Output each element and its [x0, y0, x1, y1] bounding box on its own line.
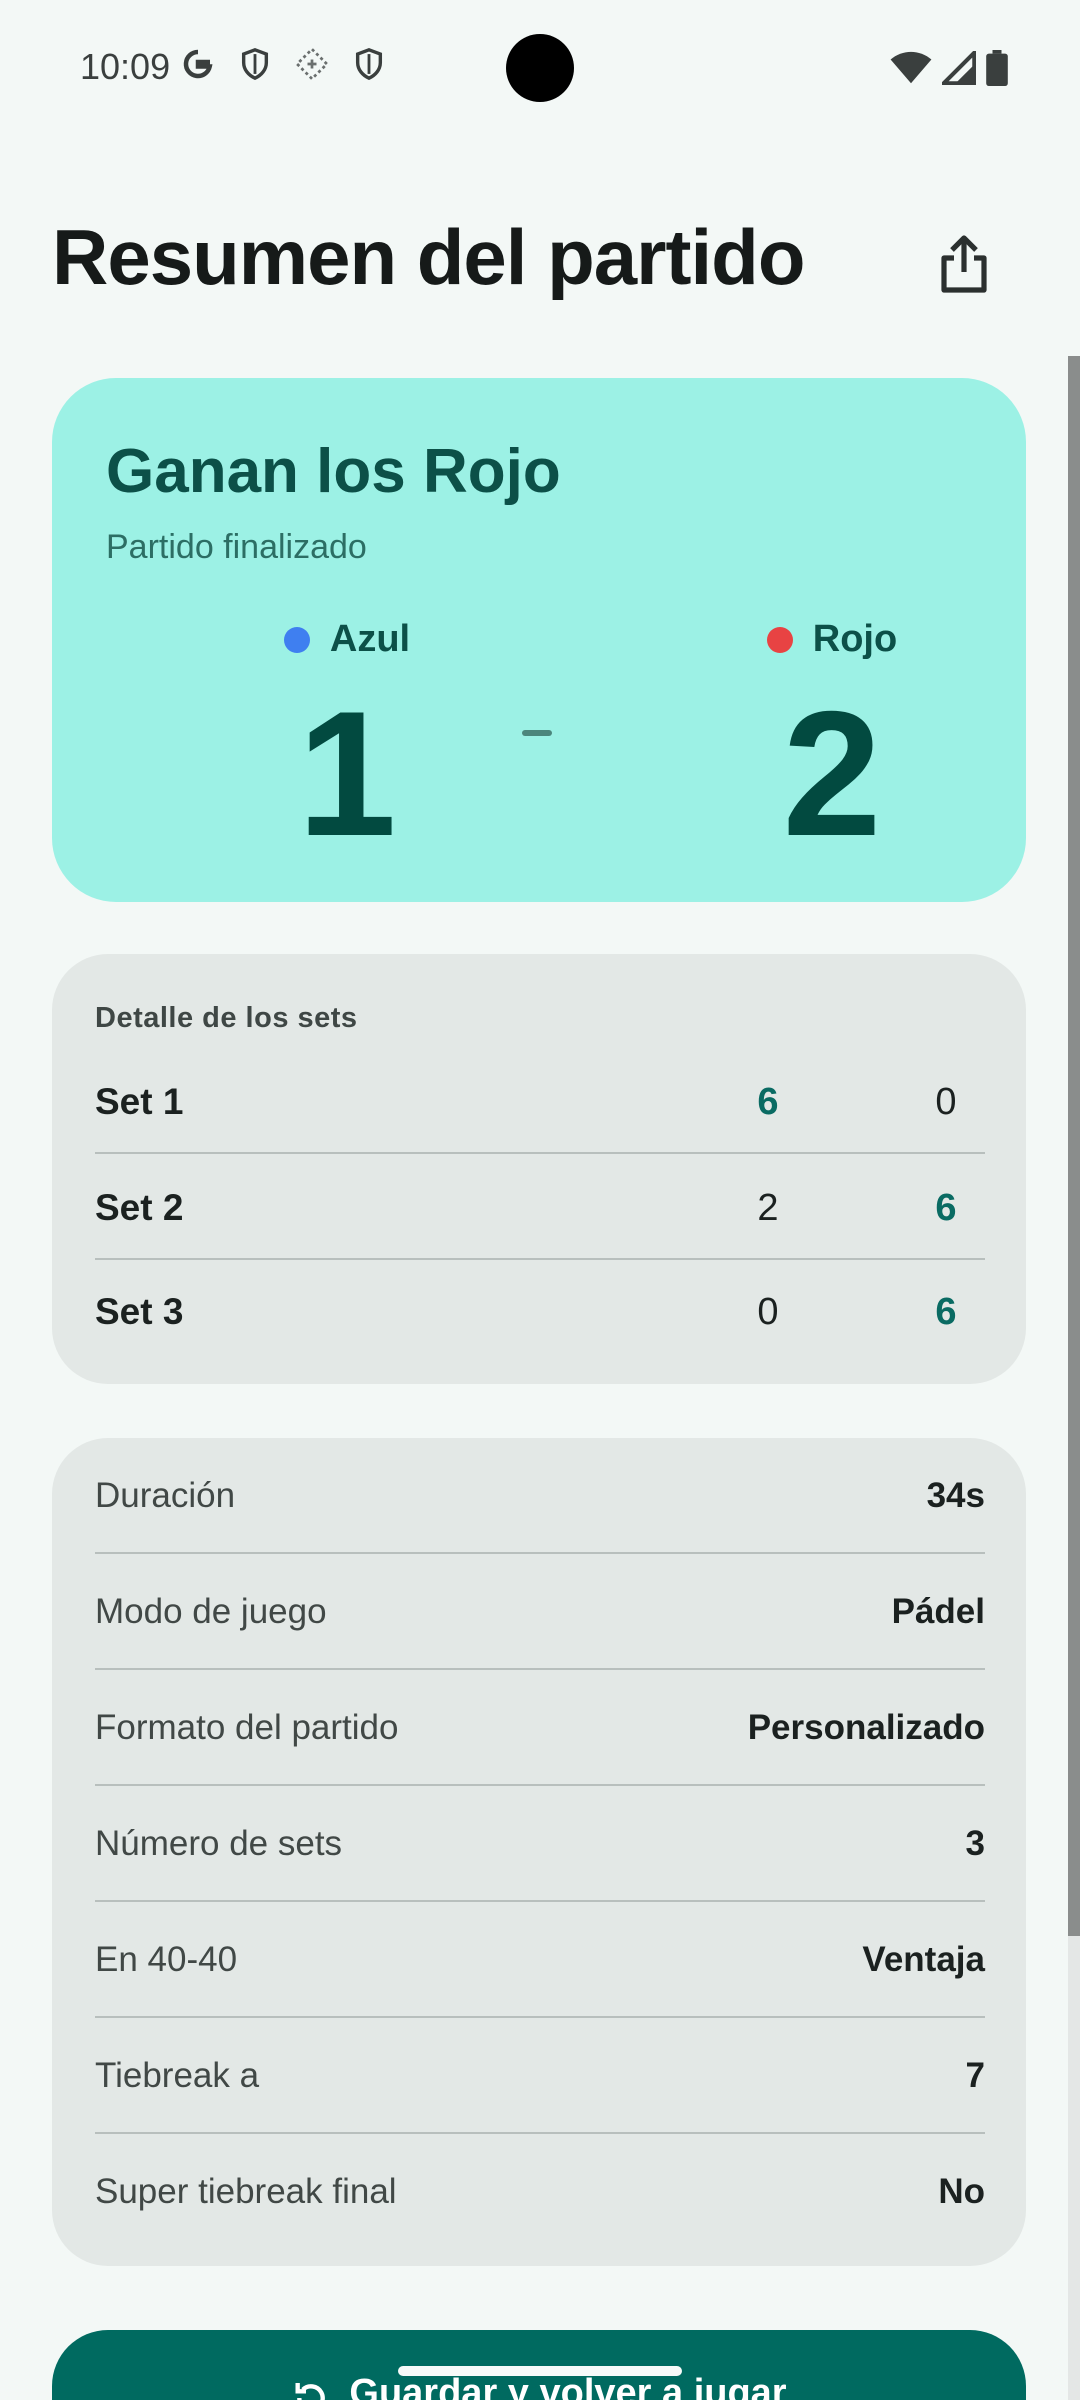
- status-bar: 10:09: [0, 0, 1080, 130]
- battery-icon: [986, 50, 1008, 86]
- info-row-game-mode: Modo de juego Pádel: [95, 1554, 985, 1670]
- status-icons-right: [890, 50, 1008, 86]
- replay-icon: [295, 2383, 326, 2400]
- info-label: Número de sets: [95, 1824, 343, 1863]
- status-icons-left: [180, 46, 386, 82]
- scrollbar-thumb[interactable]: [1068, 356, 1080, 1936]
- info-value: No: [938, 2172, 985, 2211]
- team-blue-name: Azul: [329, 618, 411, 660]
- shield-icon: [355, 48, 383, 81]
- result-card: Ganan los Rojo Partido finalizado Azul 1…: [52, 378, 1026, 902]
- info-label: Duración: [95, 1476, 236, 1515]
- info-row-super-tiebreak: Super tiebreak final No: [95, 2134, 985, 2250]
- set-blue-games: 0: [757, 1291, 779, 1333]
- winner-title: Ganan los Rojo: [106, 437, 561, 506]
- team-red-score: 2: [782, 674, 882, 873]
- share-button[interactable]: [922, 222, 1006, 306]
- sets-detail-card: Detalle de los sets Set 1 6 0 Set 2 2 6 …: [52, 954, 1026, 1384]
- match-summary-screen: 10:09 Resumen del partido Ganan los Rojo…: [0, 0, 1080, 2400]
- page-title: Resumen del partido: [52, 213, 805, 301]
- info-label: Modo de juego: [95, 1592, 327, 1631]
- info-label: Formato del partido: [95, 1708, 399, 1747]
- set-blue-games: 2: [757, 1187, 779, 1229]
- team-blue-score: 1: [297, 674, 397, 873]
- set-row: Set 2 2 6: [95, 1156, 985, 1260]
- info-row-format: Formato del partido Personalizado: [95, 1670, 985, 1786]
- team-blue-dot: [283, 626, 310, 653]
- camera-cutout: [506, 34, 574, 102]
- info-value: Personalizado: [747, 1708, 985, 1747]
- info-value: Ventaja: [862, 1940, 985, 1979]
- set-row: Set 3 0 6: [95, 1260, 985, 1364]
- shield-icon: [241, 48, 269, 81]
- team-red-dot: [766, 626, 793, 653]
- info-label: Tiebreak a: [95, 2056, 260, 2095]
- info-label: En 40-40: [95, 1940, 238, 1979]
- google-icon: [183, 49, 213, 79]
- info-row-duration: Duración 34s: [95, 1438, 985, 1554]
- gesture-home-indicator[interactable]: [398, 2366, 682, 2376]
- team-red: Rojo 2: [682, 618, 982, 863]
- set-name: Set 2: [95, 1187, 184, 1228]
- set-red-games: 6: [935, 1291, 957, 1333]
- set-red-games: 6: [935, 1187, 957, 1229]
- info-value: 34s: [926, 1476, 985, 1515]
- save-and-replay-label: Guardar y volver a jugar: [349, 2372, 787, 2400]
- info-value: Pádel: [891, 1592, 985, 1631]
- info-row-tiebreak: Tiebreak a 7: [95, 2018, 985, 2134]
- match-info-card: Duración 34s Modo de juego Pádel Formato…: [52, 1438, 1026, 2266]
- sets-heading: Detalle de los sets: [95, 1002, 358, 1034]
- set-blue-games: 6: [757, 1081, 779, 1123]
- team-red-label: Rojo: [682, 618, 982, 661]
- wifi-icon: [890, 51, 932, 84]
- match-status: Partido finalizado: [106, 528, 367, 566]
- set-name: Set 1: [95, 1081, 184, 1122]
- team-red-name: Rojo: [812, 618, 898, 660]
- info-row-deuce: En 40-40 Ventaja: [95, 1902, 985, 2018]
- info-row-sets-count: Número de sets 3: [95, 1786, 985, 1902]
- share-icon: [941, 235, 987, 293]
- info-value: 7: [965, 2056, 985, 2095]
- set-row: Set 1 6 0: [95, 1050, 985, 1154]
- score-separator: [522, 730, 552, 736]
- info-label: Super tiebreak final: [95, 2172, 397, 2211]
- status-time: 10:09: [80, 46, 171, 87]
- save-and-replay-button[interactable]: Guardar y volver a jugar: [52, 2330, 1026, 2400]
- team-blue: Azul 1: [197, 618, 497, 863]
- info-value: 3: [965, 1824, 985, 1863]
- signal-icon: [942, 51, 976, 85]
- team-blue-label: Azul: [197, 618, 497, 661]
- set-red-games: 0: [935, 1081, 957, 1123]
- set-name: Set 3: [95, 1291, 184, 1332]
- data-saver-icon: [295, 47, 329, 81]
